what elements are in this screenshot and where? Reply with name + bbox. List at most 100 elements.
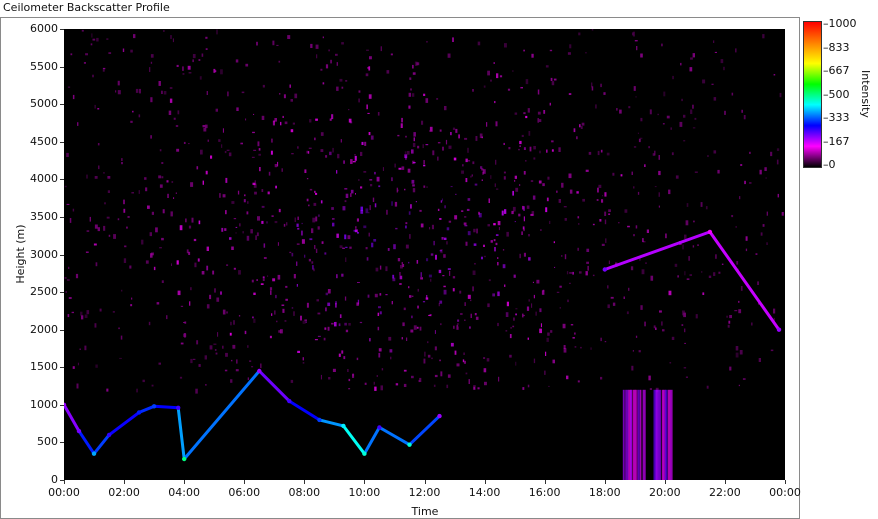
noise-speckle: [176, 64, 179, 67]
noise-speckle: [163, 30, 165, 32]
noise-speckle: [180, 305, 184, 307]
noise-speckle: [449, 270, 451, 276]
noise-speckle: [452, 37, 454, 42]
noise-speckle: [225, 352, 228, 357]
heatmap-plot[interactable]: [64, 29, 785, 480]
noise-speckle: [523, 216, 525, 222]
noise-speckle: [662, 123, 665, 125]
noise-speckle: [521, 231, 523, 235]
noise-speckle: [447, 53, 451, 58]
noise-speckle: [194, 262, 197, 268]
noise-speckle: [428, 274, 432, 278]
noise-speckle: [472, 89, 474, 92]
colorbar-title: Intensity: [859, 70, 872, 118]
noise-speckle: [277, 242, 279, 246]
noise-speckle: [257, 216, 260, 221]
noise-speckle: [404, 188, 406, 191]
noise-speckle: [190, 358, 193, 364]
noise-speckle: [595, 104, 597, 109]
noise-speckle: [411, 315, 413, 319]
colorbar-tick-label: –333: [823, 111, 850, 124]
noise-speckle: [213, 68, 216, 73]
noise-speckle: [619, 109, 622, 114]
noise-speckle: [494, 247, 496, 252]
layer-point: [437, 413, 442, 419]
noise-speckle: [71, 311, 74, 314]
noise-speckle: [494, 101, 496, 104]
noise-speckle: [464, 225, 468, 227]
noise-speckle: [577, 380, 580, 383]
noise-speckle: [263, 243, 266, 248]
noise-speckle: [97, 108, 100, 110]
noise-speckle: [67, 279, 70, 281]
noise-speckle: [432, 150, 435, 156]
noise-speckle: [412, 72, 416, 75]
precipitation-column: [667, 389, 671, 480]
noise-speckle: [374, 171, 376, 175]
noise-speckle: [311, 228, 314, 234]
noise-speckle: [742, 378, 746, 380]
noise-speckle: [459, 290, 462, 294]
noise-speckle: [556, 291, 560, 293]
noise-speckle: [437, 208, 440, 211]
noise-speckle: [409, 295, 412, 298]
noise-speckle: [679, 121, 683, 127]
noise-speckle: [335, 53, 338, 56]
noise-speckle: [357, 232, 359, 234]
noise-speckle: [423, 160, 425, 165]
noise-speckle: [170, 211, 173, 217]
noise-speckle: [339, 245, 343, 248]
noise-speckle: [690, 57, 693, 60]
noise-speckle: [455, 193, 457, 195]
noise-speckle: [356, 218, 359, 222]
noise-speckle: [135, 88, 139, 93]
noise-speckle: [402, 264, 405, 267]
noise-speckle: [348, 378, 351, 382]
noise-speckle: [282, 308, 285, 313]
noise-speckle: [214, 288, 216, 293]
noise-speckle: [590, 347, 592, 350]
noise-speckle: [297, 146, 299, 149]
noise-speckle: [616, 108, 618, 111]
noise-speckle: [308, 147, 312, 149]
noise-speckle: [173, 117, 176, 120]
noise-speckle: [377, 112, 380, 116]
noise-speckle: [261, 220, 264, 224]
noise-speckle: [342, 247, 345, 249]
y-tick-label: 5500: [30, 59, 58, 73]
plot-background: [64, 29, 785, 480]
noise-speckle: [270, 150, 273, 155]
noise-speckle: [751, 322, 753, 326]
noise-speckle: [133, 34, 136, 39]
noise-speckle: [433, 240, 435, 246]
noise-speckle: [378, 352, 381, 358]
noise-speckle: [413, 137, 415, 142]
noise-speckle: [112, 311, 115, 313]
noise-speckle: [350, 193, 352, 197]
noise-speckle: [437, 142, 441, 144]
noise-speckle: [653, 325, 656, 329]
noise-speckle: [434, 346, 437, 351]
noise-speckle: [275, 185, 277, 189]
noise-speckle: [358, 90, 361, 93]
noise-speckle: [467, 160, 471, 162]
noise-speckle: [661, 43, 663, 47]
noise-speckle: [224, 151, 227, 154]
noise-speckle: [426, 41, 428, 43]
noise-speckle: [212, 270, 215, 275]
noise-speckle: [206, 91, 208, 95]
noise-speckle: [141, 239, 144, 245]
noise-speckle: [458, 134, 460, 139]
noise-speckle: [190, 287, 192, 291]
noise-speckle: [94, 176, 98, 179]
noise-speckle: [302, 362, 305, 364]
noise-speckle: [354, 155, 357, 161]
noise-speckle: [267, 275, 269, 277]
noise-speckle: [377, 312, 380, 316]
noise-speckle: [188, 72, 192, 74]
noise-speckle: [289, 251, 292, 254]
noise-speckle: [546, 337, 549, 342]
noise-speckle: [171, 181, 174, 183]
noise-speckle: [320, 132, 324, 136]
noise-speckle: [735, 352, 739, 358]
